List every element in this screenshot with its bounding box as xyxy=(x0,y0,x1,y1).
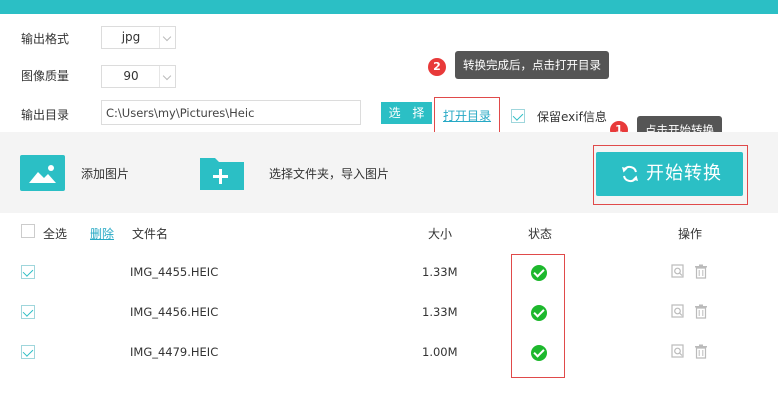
row-checkbox[interactable] xyxy=(21,345,35,359)
table-row[interactable]: IMG_4456.HEIC 1.33M xyxy=(0,293,778,333)
step-2-badge: 2 xyxy=(428,58,446,76)
step-2-tooltip: 转换完成后，点击打开目录 xyxy=(455,51,609,79)
select-all-checkbox[interactable] xyxy=(21,224,35,238)
row-filename: IMG_4456.HEIC xyxy=(130,305,219,319)
trash-icon[interactable] xyxy=(694,264,708,279)
preview-icon[interactable] xyxy=(671,304,685,319)
select-dir-button[interactable]: 选 择 xyxy=(381,102,432,124)
chevron-down-icon[interactable] xyxy=(159,27,175,48)
trash-icon[interactable] xyxy=(694,304,708,319)
col-size: 大小 xyxy=(428,227,453,241)
table-header: 全选 删除 文件名 大小 状态 操作 xyxy=(0,213,778,253)
start-convert-label: 开始转换 xyxy=(646,163,722,184)
col-filename: 文件名 xyxy=(132,227,169,241)
row-filename: IMG_4455.HEIC xyxy=(130,265,219,279)
format-select-value: jpg xyxy=(121,30,141,44)
action-bar: 添加图片 选择文件夹，导入图片 开始转换 xyxy=(0,132,778,213)
status-highlight xyxy=(511,254,565,378)
row-size: 1.33M xyxy=(422,305,458,319)
select-all-label[interactable]: 全选 xyxy=(43,225,67,242)
add-folder-button[interactable]: 选择文件夹，导入图片 xyxy=(269,165,389,182)
exif-checkbox[interactable] xyxy=(511,109,525,123)
table-row[interactable]: IMG_4479.HEIC 1.00M xyxy=(0,333,778,373)
format-select[interactable]: jpg xyxy=(101,26,176,49)
delete-link[interactable]: 删除 xyxy=(90,225,114,242)
top-bar xyxy=(0,0,778,14)
exif-label: 保留exif信息 xyxy=(537,110,607,124)
format-label: 输出格式 xyxy=(21,32,70,46)
folder-plus-icon[interactable] xyxy=(199,155,244,191)
trash-icon[interactable] xyxy=(694,344,708,359)
preview-icon[interactable] xyxy=(671,264,685,279)
image-icon[interactable] xyxy=(20,155,65,191)
start-convert-button[interactable]: 开始转换 xyxy=(596,152,743,196)
file-table: 全选 删除 文件名 大小 状态 操作 IMG_4455.HEIC 1.33M I… xyxy=(0,213,778,393)
refresh-icon xyxy=(622,165,638,183)
output-dir-input[interactable] xyxy=(101,100,361,125)
chevron-down-icon[interactable] xyxy=(159,66,175,87)
row-size: 1.00M xyxy=(422,345,458,359)
quality-label: 图像质量 xyxy=(21,69,70,83)
quality-select[interactable]: 90 xyxy=(101,65,176,88)
open-dir-link[interactable]: 打开目录 xyxy=(443,107,491,124)
settings-panel: 输出格式 jpg 图像质量 90 输出目录 选 择 打开目录 保留exif信息 xyxy=(0,14,778,133)
row-filename: IMG_4479.HEIC xyxy=(130,345,219,359)
table-row[interactable]: IMG_4455.HEIC 1.33M xyxy=(0,253,778,293)
row-size: 1.33M xyxy=(422,265,458,279)
col-ops: 操作 xyxy=(678,227,703,241)
col-status: 状态 xyxy=(528,227,553,241)
quality-select-value: 90 xyxy=(123,69,139,83)
preview-icon[interactable] xyxy=(671,344,685,359)
output-dir-label: 输出目录 xyxy=(21,108,70,122)
row-checkbox[interactable] xyxy=(21,265,35,279)
row-checkbox[interactable] xyxy=(21,305,35,319)
add-image-button[interactable]: 添加图片 xyxy=(81,165,129,182)
